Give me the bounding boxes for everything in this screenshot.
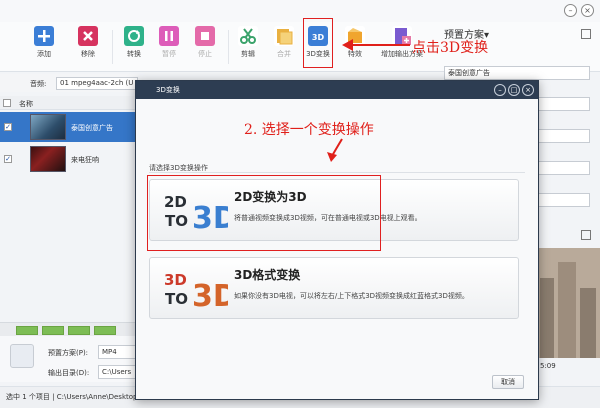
cut-label: 剪辑 [241, 50, 255, 58]
title-bar: – × [0, 0, 600, 22]
option-description: 如果你没有3D电视，可以将左右/上下格式3D视频变换成红蓝格式3D视频。 [234, 292, 469, 300]
merge-label: 合并 [277, 50, 291, 58]
file-list-header: 名称 [0, 96, 138, 110]
add-button[interactable]: 添加 [26, 26, 62, 59]
highlight-box-option [147, 175, 381, 251]
output-settings-panel: 预置方案(P): MP4 输出目录(D): C:\Users [0, 336, 138, 382]
expand-icon[interactable] [581, 29, 591, 39]
waveform-segment [16, 326, 38, 335]
highlight-box-3d [303, 18, 333, 68]
convert-button[interactable]: 转换 [116, 26, 152, 59]
3d-to-3d-logo-icon: 3D TO 3D [164, 271, 228, 314]
preset-title[interactable]: 预置方案▾ [444, 26, 489, 41]
annotation-arrow-down [327, 138, 343, 162]
3d-transform-dialog: 3D变换 – □ × 2. 选择一个变换操作 请选择3D变换操作 2D TO 3… [135, 80, 539, 400]
waveform-segment [94, 326, 116, 335]
svg-text:3D: 3D [164, 271, 187, 289]
merge-button[interactable]: 合并 [266, 26, 302, 59]
output-dir-label: 输出目录(D): [48, 369, 90, 377]
file-row[interactable]: ✓ 来电狂响 [0, 144, 138, 174]
main-toolbar: 添加 移除 转换 暂停 停止 剪辑 合并 3D 3D变换 特效 增加输出方案 [0, 22, 600, 72]
svg-text:TO: TO [165, 290, 188, 308]
cut-button[interactable]: 剪辑 [230, 26, 266, 59]
video-preview [536, 248, 600, 358]
option-title: 3D格式变换 [234, 268, 301, 282]
annotation-step-2: 2. 选择一个变换操作 [244, 122, 374, 138]
stop-icon [195, 26, 215, 46]
file-row[interactable]: ✓ 泰国创意广告 [0, 112, 138, 142]
cancel-button[interactable]: 取消 [492, 375, 524, 389]
file-checkbox[interactable]: ✓ [4, 155, 12, 163]
window-controls: – × [564, 4, 594, 17]
merge-icon [274, 26, 294, 46]
dialog-title: 3D变换 [136, 81, 538, 99]
pause-icon [159, 26, 179, 46]
select-all-checkbox[interactable] [3, 99, 11, 107]
remove-label: 移除 [81, 50, 95, 58]
annotation-arrow [342, 39, 410, 51]
dialog-maximize-icon[interactable]: □ [508, 84, 520, 96]
section-divider [149, 172, 525, 173]
pause-label: 暂停 [162, 50, 176, 58]
preset-label: 预置方案(P): [48, 349, 89, 357]
convert-label: 转换 [127, 50, 141, 58]
svg-text:3D: 3D [192, 279, 228, 314]
output-dir-field[interactable]: C:\Users [98, 365, 138, 379]
dialog-minimize-icon[interactable]: – [494, 84, 506, 96]
toolbar-separator [228, 30, 229, 64]
close-icon[interactable]: × [581, 4, 594, 17]
preset-select[interactable]: MP4 [98, 345, 138, 359]
dialog-controls: – □ × [494, 84, 534, 96]
audio-waveform [0, 322, 138, 336]
preview-building [558, 262, 576, 358]
video-thumbnail [30, 146, 66, 172]
preset-name-field[interactable]: 泰国创意广告 [444, 66, 590, 80]
preview-time: 5:09 [540, 362, 556, 370]
stop-button[interactable]: 停止 [187, 26, 223, 59]
dialog-close-icon[interactable]: × [522, 84, 534, 96]
dialog-body: 2. 选择一个变换操作 请选择3D变换操作 2D TO 3D 2D变换为3D 将… [136, 99, 538, 399]
remove-icon [78, 26, 98, 46]
pause-button[interactable]: 暂停 [151, 26, 187, 59]
film-icon [10, 344, 34, 368]
file-name: 泰国创意广告 [71, 124, 113, 132]
toolbar-separator [112, 30, 113, 64]
waveform-segment [68, 326, 90, 335]
preview-building [580, 288, 596, 358]
preview-building [540, 278, 554, 358]
audio-row: 音频: 01 mpeg4aac-2ch (U [0, 74, 138, 92]
stop-label: 停止 [198, 50, 212, 58]
convert-icon [124, 26, 144, 46]
video-thumbnail [30, 114, 66, 140]
scissors-icon [238, 26, 258, 46]
file-name: 来电狂响 [71, 156, 99, 164]
file-checkbox[interactable]: ✓ [4, 123, 12, 131]
minimize-icon[interactable]: – [564, 4, 577, 17]
add-icon [34, 26, 54, 46]
name-column-header[interactable]: 名称 [19, 99, 33, 109]
audio-label: 音频: [30, 80, 47, 88]
preview-header [538, 232, 598, 244]
add-label: 添加 [37, 50, 51, 58]
option-3d-format[interactable]: 3D TO 3D 3D格式变换 如果你没有3D电视，可以将左右/上下格式3D视频… [149, 257, 519, 319]
remove-button[interactable]: 移除 [70, 26, 106, 59]
waveform-segment [42, 326, 64, 335]
audio-select[interactable]: 01 mpeg4aac-2ch (U [56, 77, 138, 90]
